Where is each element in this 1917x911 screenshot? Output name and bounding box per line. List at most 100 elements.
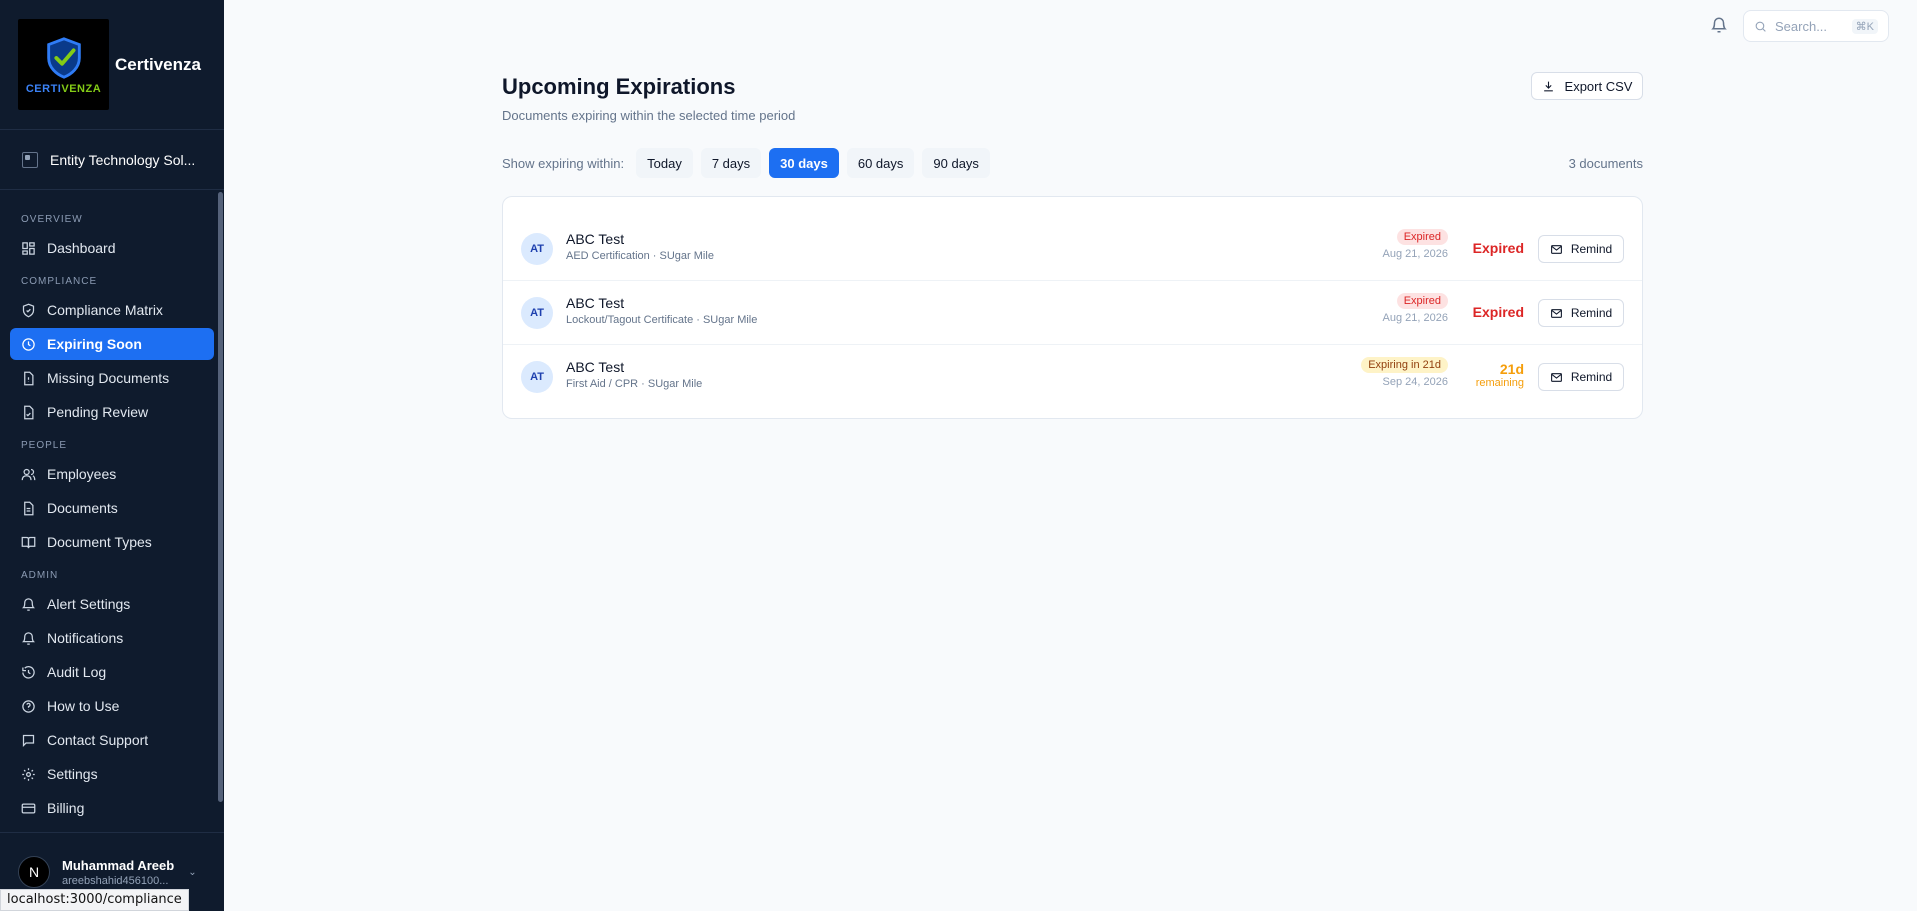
mail-icon — [1550, 308, 1562, 318]
sidebar-item-label: Billing — [47, 800, 85, 816]
sidebar-item-expiring-soon[interactable]: Expiring Soon — [10, 328, 214, 360]
avatar: AT — [521, 361, 553, 393]
document-detail: Lockout/Tagout Certificate · SUgar Mile — [566, 314, 758, 326]
sidebar-item-label: Expiring Soon — [47, 336, 142, 352]
clock-icon — [22, 337, 35, 351]
list-item[interactable]: AT ABC Test First Aid / CPR · SUgar Mile… — [503, 345, 1642, 409]
status-bar-url: localhost:3000/compliance — [0, 889, 189, 911]
list-item[interactable]: AT ABC Test Lockout/Tagout Certificate ·… — [503, 281, 1642, 345]
days-remaining-value: 21d — [1499, 361, 1524, 377]
user-email: areebshahid456100... — [62, 874, 169, 887]
search-placeholder: Search... — [1775, 18, 1828, 34]
filter-30-days[interactable]: 30 days — [769, 148, 839, 178]
sidebar-item-document-types[interactable]: Document Types — [10, 526, 214, 558]
remind-label: Remind — [1570, 370, 1613, 384]
sidebar-item-how-to-use[interactable]: How to Use — [10, 690, 214, 722]
remind-label: Remind — [1570, 306, 1613, 320]
download-icon — [1543, 81, 1553, 91]
section-label-overview: OVERVIEW — [21, 214, 83, 225]
status-text: Expired — [1472, 240, 1524, 256]
message-square-icon — [22, 734, 35, 747]
org-switcher[interactable]: Entity Technology Sol... — [0, 130, 224, 190]
filter-90-days[interactable]: 90 days — [922, 148, 990, 178]
users-icon — [21, 468, 36, 480]
bell-icon — [21, 597, 36, 611]
user-name: Muhammad Areeb — [62, 857, 175, 873]
logo-text-b: VENZA — [61, 82, 102, 95]
employee-name: ABC Test — [566, 359, 625, 375]
grid-icon — [22, 241, 35, 255]
status-badge: Expiring in 21d — [1361, 357, 1448, 373]
section-label-people: PEOPLE — [21, 440, 68, 451]
export-csv-label: Export CSV — [1564, 78, 1633, 94]
brand[interactable]: CERTIVENZA Certivenza — [0, 0, 224, 130]
filter-60-days[interactable]: 60 days — [846, 148, 915, 178]
bell-icon — [21, 631, 36, 645]
days-remaining: 21d remaining — [1476, 361, 1524, 389]
filter-label: Show expiring within: — [502, 155, 625, 171]
org-image-icon — [22, 151, 38, 168]
search-input[interactable]: Search... ⌘K — [1743, 10, 1889, 42]
sidebar-item-label: Settings — [47, 766, 98, 782]
sidebar-item-missing-documents[interactable]: Missing Documents — [10, 362, 214, 394]
sidebar-item-label: How to Use — [47, 698, 120, 714]
avatar: N — [18, 856, 50, 888]
credit-card-icon — [21, 803, 36, 813]
status-badge: Expired — [1396, 229, 1448, 245]
shield-check-icon — [22, 303, 35, 317]
mail-icon — [1550, 372, 1562, 382]
file-alert-icon — [24, 371, 34, 385]
filter-7-days[interactable]: 7 days — [700, 148, 762, 178]
sidebar-item-label: Dashboard — [47, 240, 116, 256]
sidebar-item-employees[interactable]: Employees — [10, 458, 214, 490]
sidebar-item-label: Employees — [47, 466, 117, 482]
file-text-icon — [24, 501, 34, 515]
document-count: 3 documents — [1568, 156, 1643, 171]
section-label-compliance: COMPLIANCE — [21, 276, 98, 287]
org-name: Entity Technology Sol... — [50, 151, 196, 168]
history-icon — [22, 665, 35, 679]
sidebar-item-compliance-matrix[interactable]: Compliance Matrix — [10, 294, 214, 326]
gear-icon — [22, 767, 35, 781]
sidebar-item-settings[interactable]: Settings — [10, 758, 214, 790]
sidebar-item-notifications[interactable]: Notifications — [10, 622, 214, 654]
page-subtitle: Documents expiring within the selected t… — [502, 108, 796, 123]
sidebar-item-label: Notifications — [47, 630, 124, 646]
remind-button[interactable]: Remind — [1538, 299, 1624, 327]
list-item[interactable]: AT ABC Test AED Certification · SUgar Mi… — [503, 217, 1642, 281]
sidebar-item-label: Alert Settings — [47, 596, 131, 612]
remind-button[interactable]: Remind — [1538, 235, 1624, 263]
remind-label: Remind — [1570, 242, 1613, 256]
expiry-date: Aug 21, 2026 — [1382, 312, 1448, 324]
sidebar-item-contact-support[interactable]: Contact Support — [10, 724, 214, 756]
file-check-icon — [24, 405, 34, 419]
sidebar-item-label: Contact Support — [47, 732, 149, 748]
employee-name: ABC Test — [566, 295, 625, 311]
avatar: AT — [521, 297, 553, 329]
search-shortcut: ⌘K — [1851, 18, 1878, 34]
sidebar-item-billing[interactable]: Billing — [10, 792, 214, 824]
search-icon — [1755, 21, 1766, 32]
expiry-date: Sep 24, 2026 — [1382, 376, 1448, 388]
sidebar-nav: OVERVIEW Dashboard COMPLIANCE Compliance… — [0, 190, 224, 824]
filter-today[interactable]: Today — [636, 148, 693, 178]
bell-icon — [1711, 17, 1727, 33]
notifications-bell-button[interactable] — [1710, 16, 1728, 34]
page-title: Upcoming Expirations — [502, 74, 736, 99]
sidebar-item-documents[interactable]: Documents — [10, 492, 214, 524]
expiry-filter: Show expiring within: Today 7 days 30 da… — [502, 148, 998, 178]
export-csv-button[interactable]: Export CSV — [1531, 72, 1643, 100]
remind-button[interactable]: Remind — [1538, 363, 1624, 391]
employee-name: ABC Test — [566, 231, 625, 247]
sidebar-item-alert-settings[interactable]: Alert Settings — [10, 588, 214, 620]
sidebar-item-label: Compliance Matrix — [47, 302, 163, 318]
logo-text-a: CERTI — [25, 82, 62, 95]
sidebar-scrollbar[interactable] — [218, 192, 223, 802]
sidebar-item-dashboard[interactable]: Dashboard — [10, 232, 214, 264]
sidebar-item-audit-log[interactable]: Audit Log — [10, 656, 214, 688]
mail-icon — [1550, 244, 1562, 254]
expirations-list: AT ABC Test AED Certification · SUgar Mi… — [502, 196, 1643, 419]
status-badge: Expired — [1396, 293, 1448, 309]
section-label-admin: ADMIN — [21, 570, 59, 581]
sidebar-item-pending-review[interactable]: Pending Review — [10, 396, 214, 428]
